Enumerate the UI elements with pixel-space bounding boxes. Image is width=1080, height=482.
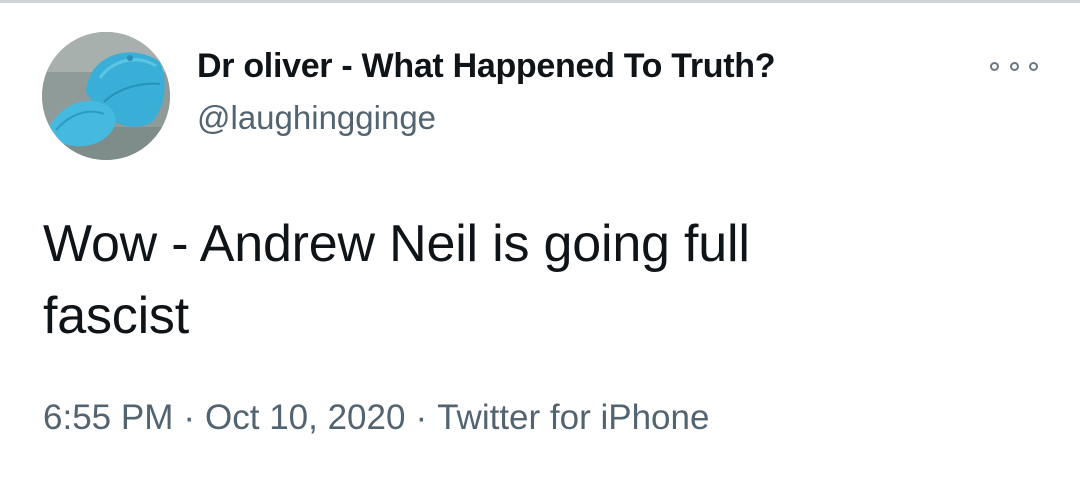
top-divider xyxy=(0,0,1080,3)
blue-cap-avatar-icon xyxy=(42,32,170,160)
display-name[interactable]: Dr oliver - What Happened To Truth? xyxy=(197,47,776,86)
tweet-text-line-1: Wow - Andrew Neil is going full xyxy=(43,215,750,273)
tweet-text-line-2: fascist xyxy=(43,287,189,345)
avatar[interactable] xyxy=(42,32,170,160)
more-dot xyxy=(1029,61,1038,71)
meta-separator: · xyxy=(415,398,428,437)
tweet-source[interactable]: Twitter for iPhone xyxy=(437,398,709,437)
tweet-meta: 6:55 PM · Oct 10, 2020 · Twitter for iPhone xyxy=(43,398,709,438)
more-dot xyxy=(1009,61,1019,71)
user-handle[interactable]: @laughingginge xyxy=(197,99,436,137)
meta-separator: · xyxy=(183,398,196,437)
more-options-icon[interactable] xyxy=(990,53,1038,79)
tweet-time[interactable]: 6:55 PM xyxy=(43,398,173,437)
tweet-text: Wow - Andrew Neil is going full fascist xyxy=(43,208,1033,352)
more-dot xyxy=(990,61,999,71)
tweet-date[interactable]: Oct 10, 2020 xyxy=(205,398,405,437)
